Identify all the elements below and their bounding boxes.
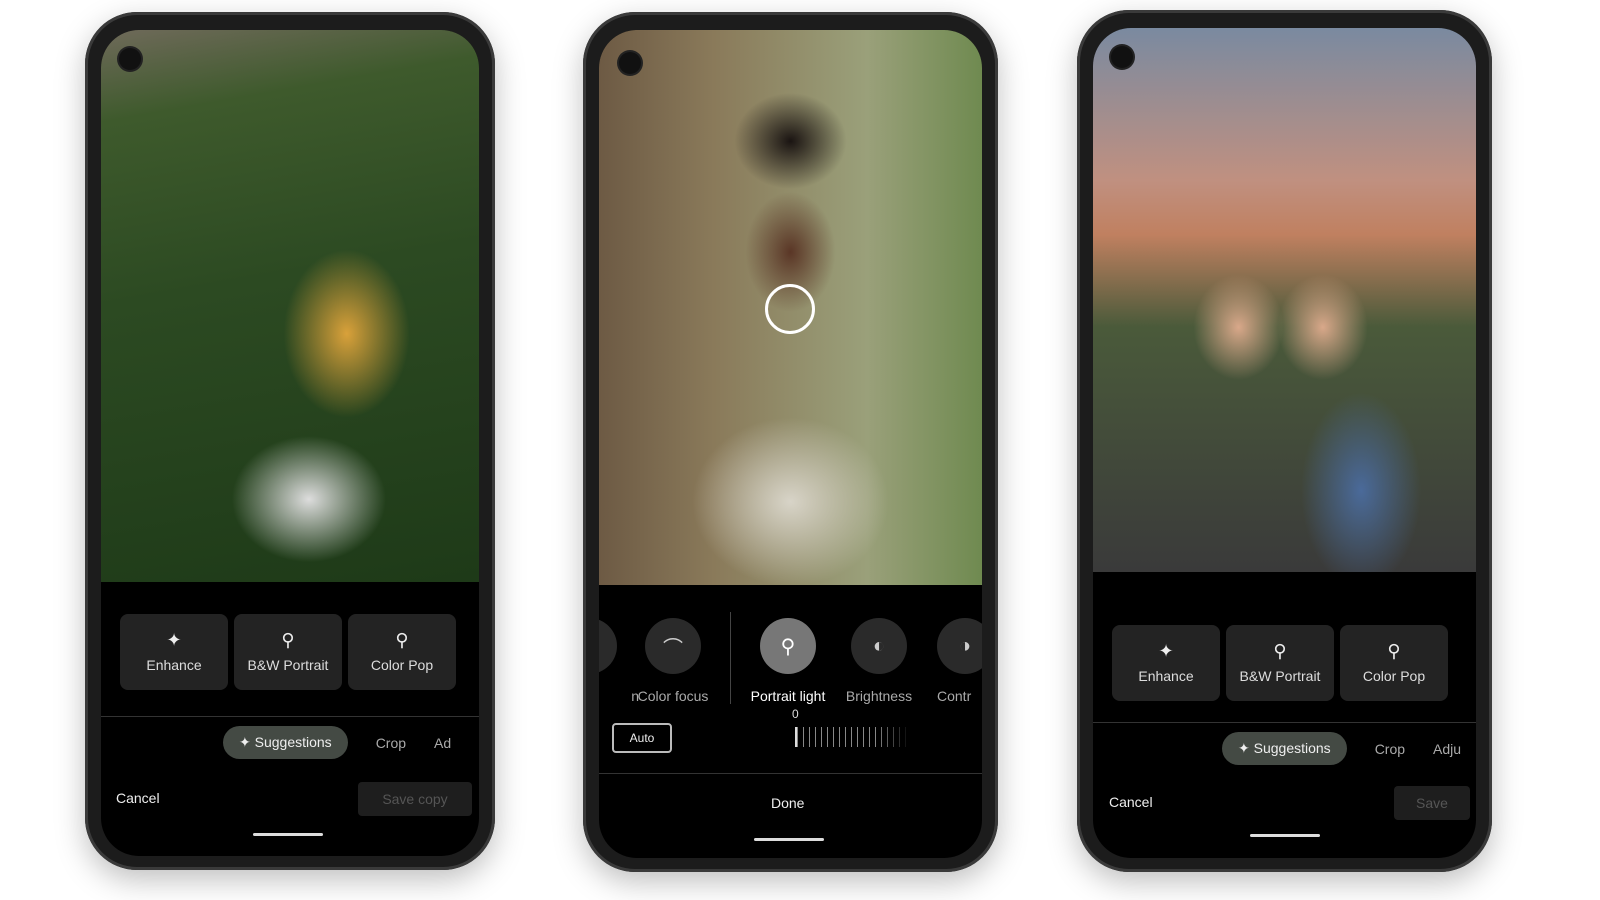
home-indicator[interactable]	[1250, 834, 1320, 837]
sparkle-icon: ✦	[239, 734, 255, 750]
screen: ✦ Enhance ⚲ B&W Portrait ⚲ Color Pop ✦ Sugg…	[101, 30, 479, 856]
divider	[1093, 722, 1476, 723]
suggestion-bw-portrait[interactable]: ⚲ B&W Portrait	[1226, 625, 1334, 701]
screen: ✦ Enhance ⚲ B&W Portrait ⚲ Color Pop ✦ Sugg…	[1093, 28, 1476, 858]
light-position-handle[interactable]	[765, 284, 815, 334]
cancel-button[interactable]: Cancel	[116, 790, 160, 806]
slider-value: 0	[792, 707, 799, 721]
sparkle-icon: ✦	[166, 630, 182, 650]
tab-adjust[interactable]: Adju	[1433, 741, 1461, 757]
tab-suggestions[interactable]: ✦ Suggestions	[1222, 732, 1347, 765]
person-icon: ⚲	[395, 630, 409, 650]
tab-adjust[interactable]: Ad	[434, 735, 451, 751]
tool-divider	[730, 612, 731, 704]
photo-father-child-ivy	[101, 30, 479, 582]
front-camera	[1111, 46, 1133, 68]
tab-suggestions[interactable]: ✦ Suggestions	[223, 726, 348, 759]
divider	[101, 716, 479, 717]
home-indicator[interactable]	[253, 833, 323, 836]
front-camera	[119, 48, 141, 70]
phone-1: ✦ Enhance ⚲ B&W Portrait ⚲ Color Pop ✦ Sugg…	[85, 12, 495, 870]
sparkle-icon: ✦	[1238, 740, 1254, 756]
portrait-light-slider[interactable]	[795, 727, 911, 747]
suggestion-color-pop[interactable]: ⚲ Color Pop	[348, 614, 456, 690]
tool-portrait-light[interactable]: ⚲ Portrait light	[738, 618, 838, 704]
tab-crop[interactable]: Crop	[376, 735, 406, 751]
save-copy-button[interactable]: Save copy	[358, 782, 472, 816]
brightness-icon: ◐	[851, 618, 907, 674]
screen: n ⌒ Color focus ⚲ Portrait light ◐ Brightne…	[599, 30, 982, 858]
tool-color-focus[interactable]: ⌒ Color focus	[623, 618, 723, 704]
home-indicator[interactable]	[754, 838, 824, 841]
person-icon: ⚲	[1273, 641, 1287, 661]
tool-contrast[interactable]: ◑ Contr	[915, 618, 982, 704]
person-icon: ⚲	[1387, 641, 1401, 661]
auto-button[interactable]: Auto	[612, 723, 672, 753]
divider	[599, 773, 982, 774]
contrast-icon: ◑	[937, 618, 982, 674]
front-camera	[619, 52, 641, 74]
suggestion-bw-portrait[interactable]: ⚲ B&W Portrait	[234, 614, 342, 690]
phone-2: n ⌒ Color focus ⚲ Portrait light ◐ Brightne…	[583, 12, 998, 872]
partial-icon	[599, 618, 617, 674]
cancel-button[interactable]: Cancel	[1109, 794, 1153, 810]
sparkle-icon: ✦	[1158, 641, 1174, 661]
save-button[interactable]: Save	[1394, 786, 1470, 820]
tab-crop[interactable]: Crop	[1375, 741, 1405, 757]
photo-two-friends-sunset	[1093, 28, 1476, 572]
suggestion-color-pop[interactable]: ⚲ Color Pop	[1340, 625, 1448, 701]
portrait-light-icon: ⚲	[760, 618, 816, 674]
done-button[interactable]: Done	[771, 795, 804, 811]
suggestion-enhance[interactable]: ✦ Enhance	[120, 614, 228, 690]
person-icon: ⚲	[281, 630, 295, 650]
tool-brightness[interactable]: ◐ Brightness	[829, 618, 929, 704]
phone-3: ✦ Enhance ⚲ B&W Portrait ⚲ Color Pop ✦ Sugg…	[1077, 10, 1492, 872]
rainbow-icon: ⌒	[645, 618, 701, 674]
suggestion-enhance[interactable]: ✦ Enhance	[1112, 625, 1220, 701]
